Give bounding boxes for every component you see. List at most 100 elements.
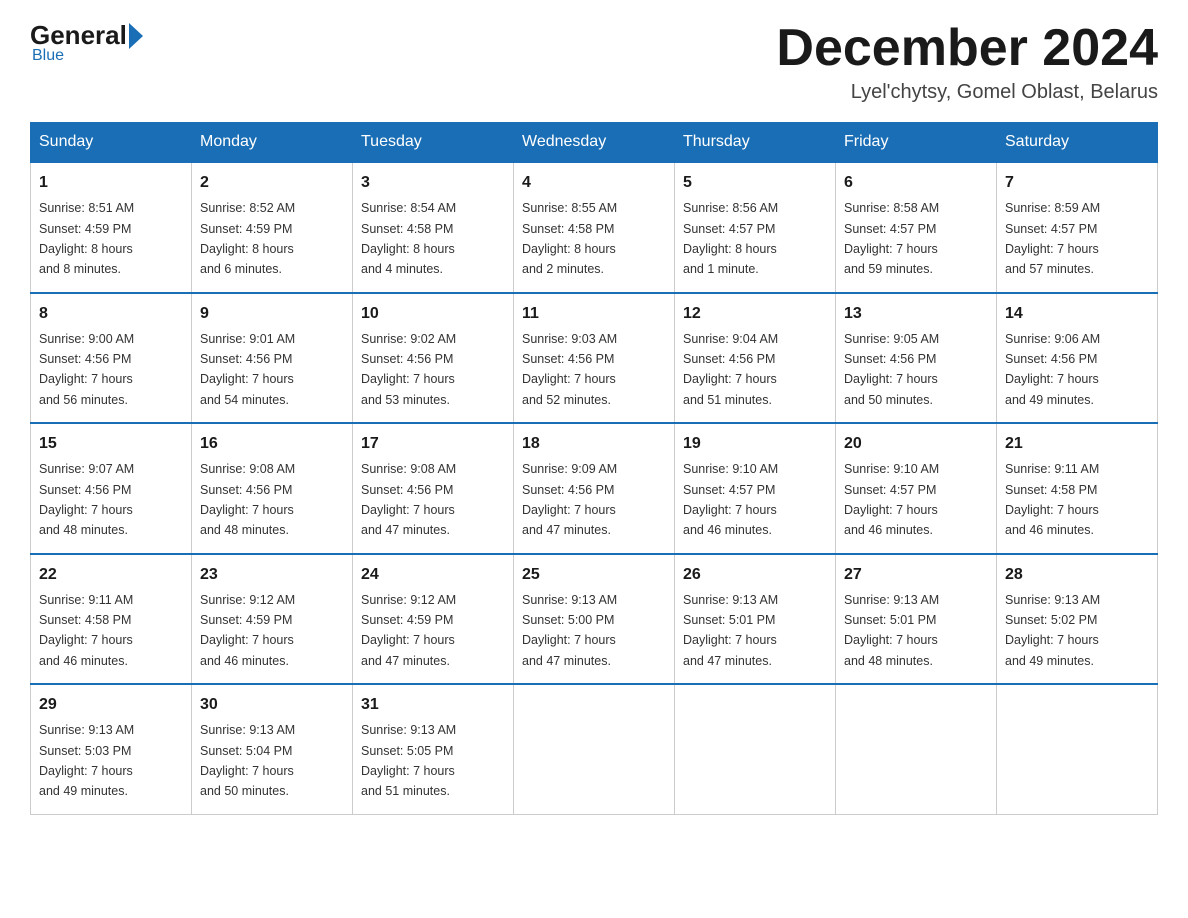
day-number: 17 — [361, 432, 505, 456]
day-number: 12 — [683, 302, 827, 326]
calendar-table: Sunday Monday Tuesday Wednesday Thursday… — [30, 122, 1158, 815]
header-saturday: Saturday — [997, 123, 1158, 163]
header-friday: Friday — [836, 123, 997, 163]
day-number: 29 — [39, 693, 183, 717]
day-number: 27 — [844, 563, 988, 587]
header-thursday: Thursday — [675, 123, 836, 163]
calendar-day-cell — [514, 684, 675, 814]
day-info: Sunrise: 8:55 AMSunset: 4:58 PMDaylight:… — [522, 201, 617, 276]
day-info: Sunrise: 9:08 AMSunset: 4:56 PMDaylight:… — [361, 462, 456, 537]
day-info: Sunrise: 8:58 AMSunset: 4:57 PMDaylight:… — [844, 201, 939, 276]
day-info: Sunrise: 9:12 AMSunset: 4:59 PMDaylight:… — [200, 593, 295, 668]
day-info: Sunrise: 9:11 AMSunset: 4:58 PMDaylight:… — [1005, 462, 1099, 537]
calendar-day-cell: 17 Sunrise: 9:08 AMSunset: 4:56 PMDaylig… — [353, 423, 514, 554]
day-info: Sunrise: 9:10 AMSunset: 4:57 PMDaylight:… — [683, 462, 778, 537]
calendar-day-cell — [836, 684, 997, 814]
day-info: Sunrise: 9:01 AMSunset: 4:56 PMDaylight:… — [200, 332, 295, 407]
calendar-day-cell: 5 Sunrise: 8:56 AMSunset: 4:57 PMDayligh… — [675, 162, 836, 293]
header-tuesday: Tuesday — [353, 123, 514, 163]
day-info: Sunrise: 9:13 AMSunset: 5:04 PMDaylight:… — [200, 723, 295, 798]
calendar-day-cell — [997, 684, 1158, 814]
day-info: Sunrise: 8:56 AMSunset: 4:57 PMDaylight:… — [683, 201, 778, 276]
calendar-body: 1 Sunrise: 8:51 AMSunset: 4:59 PMDayligh… — [31, 162, 1158, 814]
logo-arrow-icon — [129, 23, 143, 49]
day-info: Sunrise: 9:13 AMSunset: 5:05 PMDaylight:… — [361, 723, 456, 798]
day-info: Sunrise: 9:09 AMSunset: 4:56 PMDaylight:… — [522, 462, 617, 537]
day-info: Sunrise: 8:59 AMSunset: 4:57 PMDaylight:… — [1005, 201, 1100, 276]
day-number: 21 — [1005, 432, 1149, 456]
title-block: December 2024 Lyel'chytsy, Gomel Oblast,… — [776, 20, 1158, 104]
calendar-day-cell: 6 Sunrise: 8:58 AMSunset: 4:57 PMDayligh… — [836, 162, 997, 293]
day-info: Sunrise: 9:13 AMSunset: 5:01 PMDaylight:… — [683, 593, 778, 668]
day-number: 30 — [200, 693, 344, 717]
calendar-week-row: 1 Sunrise: 8:51 AMSunset: 4:59 PMDayligh… — [31, 162, 1158, 293]
calendar-day-cell: 22 Sunrise: 9:11 AMSunset: 4:58 PMDaylig… — [31, 554, 192, 685]
day-number: 8 — [39, 302, 183, 326]
day-number: 1 — [39, 171, 183, 195]
day-number: 22 — [39, 563, 183, 587]
day-info: Sunrise: 9:11 AMSunset: 4:58 PMDaylight:… — [39, 593, 133, 668]
day-info: Sunrise: 8:54 AMSunset: 4:58 PMDaylight:… — [361, 201, 456, 276]
day-number: 14 — [1005, 302, 1149, 326]
day-number: 11 — [522, 302, 666, 326]
day-number: 2 — [200, 171, 344, 195]
day-number: 26 — [683, 563, 827, 587]
calendar-week-row: 22 Sunrise: 9:11 AMSunset: 4:58 PMDaylig… — [31, 554, 1158, 685]
day-info: Sunrise: 9:07 AMSunset: 4:56 PMDaylight:… — [39, 462, 134, 537]
day-info: Sunrise: 9:13 AMSunset: 5:02 PMDaylight:… — [1005, 593, 1100, 668]
calendar-day-cell: 28 Sunrise: 9:13 AMSunset: 5:02 PMDaylig… — [997, 554, 1158, 685]
header-sunday: Sunday — [31, 123, 192, 163]
calendar-week-row: 15 Sunrise: 9:07 AMSunset: 4:56 PMDaylig… — [31, 423, 1158, 554]
calendar-day-cell: 3 Sunrise: 8:54 AMSunset: 4:58 PMDayligh… — [353, 162, 514, 293]
calendar-day-cell — [675, 684, 836, 814]
calendar-day-cell: 31 Sunrise: 9:13 AMSunset: 5:05 PMDaylig… — [353, 684, 514, 814]
calendar-week-row: 29 Sunrise: 9:13 AMSunset: 5:03 PMDaylig… — [31, 684, 1158, 814]
day-number: 10 — [361, 302, 505, 326]
day-info: Sunrise: 9:12 AMSunset: 4:59 PMDaylight:… — [361, 593, 456, 668]
location-subtitle: Lyel'chytsy, Gomel Oblast, Belarus — [776, 81, 1158, 104]
day-info: Sunrise: 9:02 AMSunset: 4:56 PMDaylight:… — [361, 332, 456, 407]
day-number: 20 — [844, 432, 988, 456]
calendar-day-cell: 29 Sunrise: 9:13 AMSunset: 5:03 PMDaylig… — [31, 684, 192, 814]
logo-blue-text: Blue — [32, 47, 64, 65]
day-number: 4 — [522, 171, 666, 195]
calendar-day-cell: 1 Sunrise: 8:51 AMSunset: 4:59 PMDayligh… — [31, 162, 192, 293]
calendar-day-cell: 13 Sunrise: 9:05 AMSunset: 4:56 PMDaylig… — [836, 293, 997, 424]
calendar-day-cell: 24 Sunrise: 9:12 AMSunset: 4:59 PMDaylig… — [353, 554, 514, 685]
day-number: 23 — [200, 563, 344, 587]
day-number: 13 — [844, 302, 988, 326]
day-number: 15 — [39, 432, 183, 456]
calendar-day-cell: 16 Sunrise: 9:08 AMSunset: 4:56 PMDaylig… — [192, 423, 353, 554]
calendar-day-cell: 2 Sunrise: 8:52 AMSunset: 4:59 PMDayligh… — [192, 162, 353, 293]
day-number: 5 — [683, 171, 827, 195]
calendar-day-cell: 19 Sunrise: 9:10 AMSunset: 4:57 PMDaylig… — [675, 423, 836, 554]
calendar-day-cell: 7 Sunrise: 8:59 AMSunset: 4:57 PMDayligh… — [997, 162, 1158, 293]
day-info: Sunrise: 9:13 AMSunset: 5:00 PMDaylight:… — [522, 593, 617, 668]
day-info: Sunrise: 9:08 AMSunset: 4:56 PMDaylight:… — [200, 462, 295, 537]
day-info: Sunrise: 9:13 AMSunset: 5:03 PMDaylight:… — [39, 723, 134, 798]
day-number: 6 — [844, 171, 988, 195]
day-number: 25 — [522, 563, 666, 587]
calendar-day-cell: 8 Sunrise: 9:00 AMSunset: 4:56 PMDayligh… — [31, 293, 192, 424]
day-info: Sunrise: 9:06 AMSunset: 4:56 PMDaylight:… — [1005, 332, 1100, 407]
calendar-day-cell: 26 Sunrise: 9:13 AMSunset: 5:01 PMDaylig… — [675, 554, 836, 685]
day-info: Sunrise: 9:03 AMSunset: 4:56 PMDaylight:… — [522, 332, 617, 407]
day-number: 19 — [683, 432, 827, 456]
day-number: 7 — [1005, 171, 1149, 195]
day-info: Sunrise: 8:51 AMSunset: 4:59 PMDaylight:… — [39, 201, 134, 276]
day-info: Sunrise: 9:04 AMSunset: 4:56 PMDaylight:… — [683, 332, 778, 407]
calendar-day-cell: 11 Sunrise: 9:03 AMSunset: 4:56 PMDaylig… — [514, 293, 675, 424]
day-number: 28 — [1005, 563, 1149, 587]
calendar-day-cell: 21 Sunrise: 9:11 AMSunset: 4:58 PMDaylig… — [997, 423, 1158, 554]
calendar-day-cell: 23 Sunrise: 9:12 AMSunset: 4:59 PMDaylig… — [192, 554, 353, 685]
day-number: 3 — [361, 171, 505, 195]
weekday-header-row: Sunday Monday Tuesday Wednesday Thursday… — [31, 123, 1158, 163]
calendar-day-cell: 9 Sunrise: 9:01 AMSunset: 4:56 PMDayligh… — [192, 293, 353, 424]
logo: General Blue — [30, 20, 145, 65]
day-number: 16 — [200, 432, 344, 456]
day-number: 18 — [522, 432, 666, 456]
calendar-day-cell: 10 Sunrise: 9:02 AMSunset: 4:56 PMDaylig… — [353, 293, 514, 424]
day-number: 24 — [361, 563, 505, 587]
day-info: Sunrise: 9:00 AMSunset: 4:56 PMDaylight:… — [39, 332, 134, 407]
day-info: Sunrise: 9:10 AMSunset: 4:57 PMDaylight:… — [844, 462, 939, 537]
